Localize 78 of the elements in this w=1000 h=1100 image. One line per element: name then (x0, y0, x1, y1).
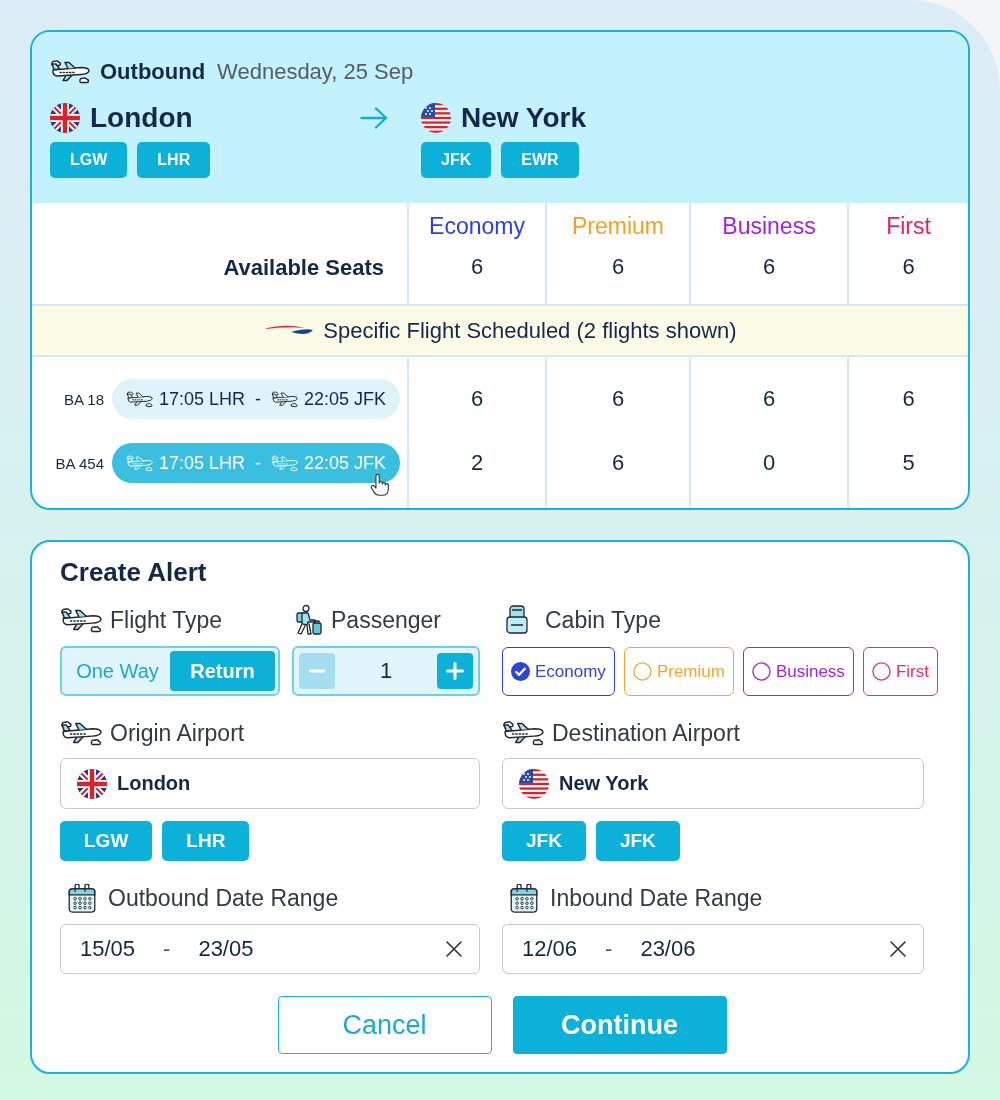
seat-icon (506, 605, 528, 635)
field-label: Destination Airport (552, 719, 740, 747)
flight-time-pill[interactable]: 17:05 LHR - 22:05 JFK (112, 443, 400, 483)
trip-type-option[interactable]: Return (170, 651, 275, 691)
cabin-option[interactable]: First (862, 647, 938, 696)
airplane-icon (60, 605, 102, 635)
city-field[interactable]: London (60, 758, 480, 809)
city-name: London (90, 102, 193, 134)
hand-cursor-icon (370, 474, 390, 496)
takeoff-plane-icon (125, 453, 153, 473)
cabin-option[interactable]: Premium (623, 647, 734, 696)
seat-count: 6 (611, 450, 625, 476)
seat-count: 6 (902, 253, 915, 281)
airport-code-chip[interactable]: LHR (162, 821, 250, 861)
field-label: Origin Airport (110, 719, 245, 747)
airport-code-chip[interactable]: LGW (60, 821, 153, 861)
airport-code-chip[interactable]: LGW (50, 142, 128, 178)
plus-icon (446, 662, 464, 680)
us-flag-icon (519, 768, 549, 799)
cabin-class-name: Economy (429, 212, 525, 240)
us-flag-icon (421, 103, 451, 133)
field-label: Flight Type (110, 606, 223, 634)
banner-text: Specific Flight Scheduled (2 flights shown) (323, 317, 737, 344)
takeoff-plane-icon (125, 389, 153, 409)
field-label: Inbound Date Range (550, 884, 763, 912)
field-label: Outbound Date Range (108, 884, 339, 912)
flight-number: BA 18 (63, 390, 104, 408)
flight-number: BA 454 (55, 454, 104, 472)
cabin-class-name: Premium (572, 212, 664, 240)
uk-flag-icon (77, 768, 107, 799)
airplane-icon (502, 718, 544, 748)
traveler-with-suitcase-icon (293, 604, 323, 636)
date-range-field[interactable]: 12/06 - 23/06 (502, 924, 924, 974)
airport-code-chip[interactable]: LHR (137, 142, 211, 178)
seat-count: 2 (470, 450, 484, 476)
seat-count: 6 (470, 386, 484, 412)
row-label: Available Seats (223, 254, 384, 282)
uk-flag-icon (50, 103, 80, 133)
clear-icon[interactable] (446, 941, 462, 957)
trip-type-option[interactable]: One Way (65, 651, 170, 691)
form-title: Create Alert (60, 556, 207, 588)
landing-plane-icon (271, 453, 298, 473)
city-field[interactable]: New York (502, 758, 924, 809)
direction-heading: Outbound (100, 59, 206, 85)
field-label: Passenger (331, 606, 441, 634)
landing-plane-icon (271, 389, 298, 409)
flight-time-pill[interactable]: 17:05 LHR - 22:05 JFK (112, 379, 400, 419)
calendar-icon (68, 883, 96, 913)
passenger-count: 1 (379, 658, 393, 684)
cabin-option[interactable]: Economy (502, 647, 615, 696)
continue-button[interactable]: Continue (512, 996, 727, 1054)
seat-count: 5 (902, 450, 915, 476)
clear-icon[interactable] (890, 941, 906, 957)
airport-code-chip[interactable]: EWR (501, 142, 579, 178)
airplane-icon (50, 58, 90, 86)
calendar-icon (510, 883, 538, 913)
seat-count: 0 (762, 450, 776, 476)
seat-count: 6 (902, 386, 915, 412)
minus-icon (309, 669, 325, 673)
cancel-button[interactable]: Cancel (277, 996, 492, 1054)
seat-count: 6 (611, 253, 625, 281)
airport-code-chip[interactable]: JFK (421, 142, 492, 178)
seat-count: 6 (762, 386, 776, 412)
cabin-class-name: Business (722, 212, 816, 240)
date-range-field[interactable]: 15/05 - 23/05 (60, 924, 480, 974)
city-name: New York (461, 102, 586, 134)
seat-count: 6 (470, 253, 484, 281)
airport-code-chip[interactable]: JFK (595, 821, 680, 861)
seat-count: 6 (762, 253, 776, 281)
airport-code-chip[interactable]: JFK (502, 821, 586, 861)
airplane-icon (60, 718, 102, 748)
field-label: Cabin Type (545, 606, 661, 634)
cabin-class-name: First (886, 212, 931, 240)
arrow-right-icon (360, 107, 388, 129)
flight-date: Wednesday, 25 Sep (217, 59, 414, 85)
swoosh-logo-icon (263, 324, 314, 337)
seat-count: 6 (611, 386, 625, 412)
cabin-option[interactable]: Business (742, 647, 854, 696)
